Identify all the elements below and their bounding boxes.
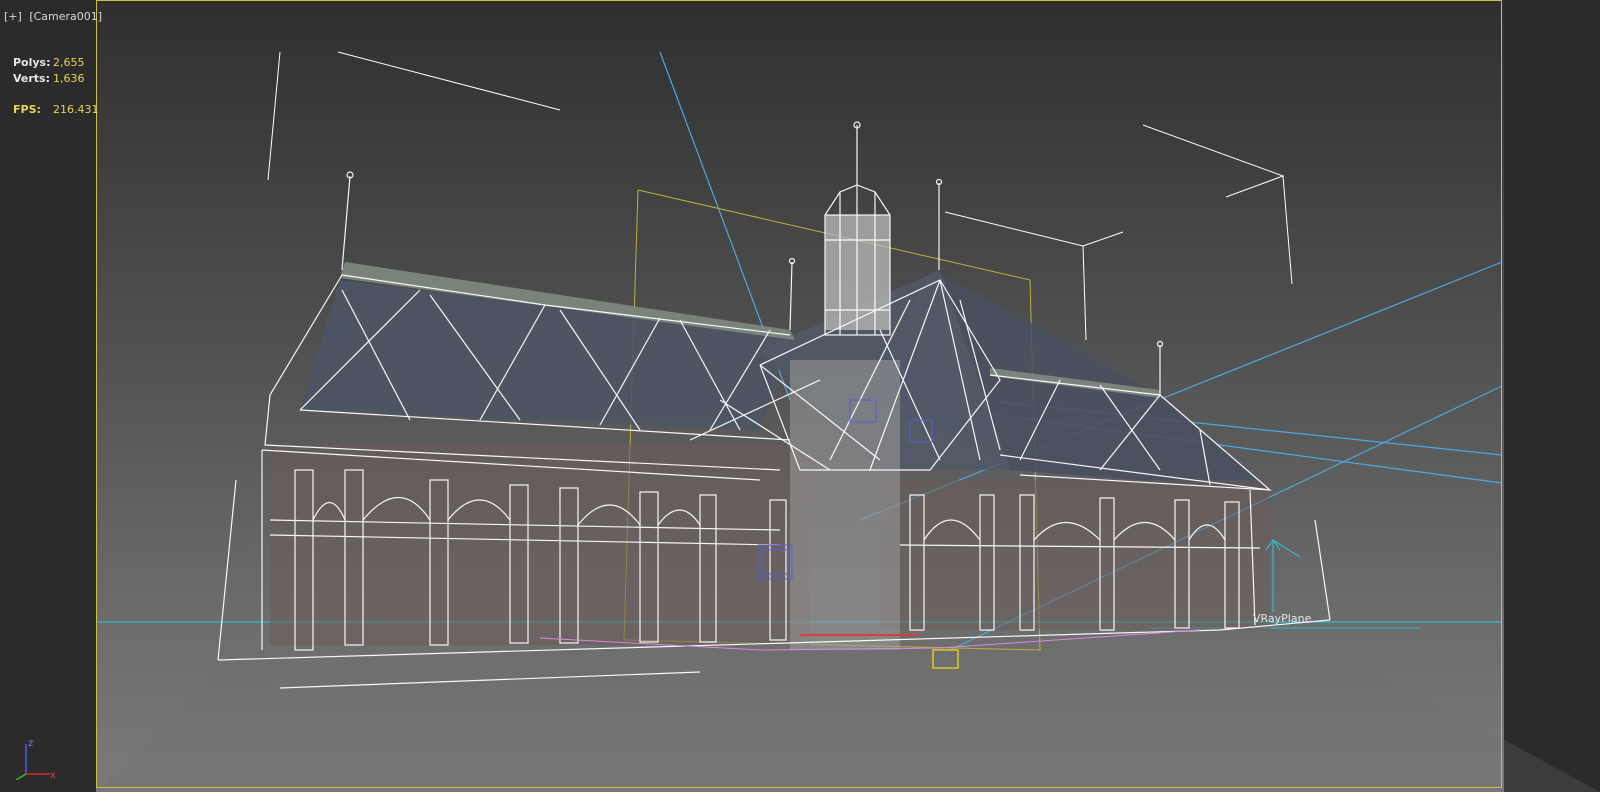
- vrayplane-label[interactable]: VRayPlane: [1253, 612, 1311, 625]
- ground-plane: [96, 645, 1600, 792]
- viewport-label: [+] [Camera001]: [4, 10, 106, 23]
- polys-value: 2,655: [53, 56, 85, 69]
- fps-label: FPS:: [13, 103, 41, 116]
- verts-row: Verts: 1,636: [13, 71, 99, 87]
- fps-value: 216.431: [53, 103, 99, 116]
- scene-canvas[interactable]: [0, 0, 1600, 792]
- verts-label: Verts:: [13, 72, 51, 85]
- viewport-statistics: Polys: 2,655 Verts: 1,636 FPS: 216.431: [13, 55, 99, 118]
- axis-z-label: z: [28, 738, 33, 749]
- fps-row: FPS: 216.431: [13, 102, 99, 118]
- vrayplane-gizmo: [1265, 538, 1301, 612]
- camera-name-button[interactable]: [Camera001]: [29, 10, 102, 23]
- polys-row: Polys: 2,655: [13, 55, 99, 71]
- verts-value: 1,636: [53, 72, 85, 85]
- polys-label: Polys:: [13, 56, 51, 69]
- axis-tripod-icon: z x: [15, 738, 56, 780]
- axis-x-label: x: [50, 770, 56, 780]
- viewport-menu-button[interactable]: [+]: [4, 10, 22, 23]
